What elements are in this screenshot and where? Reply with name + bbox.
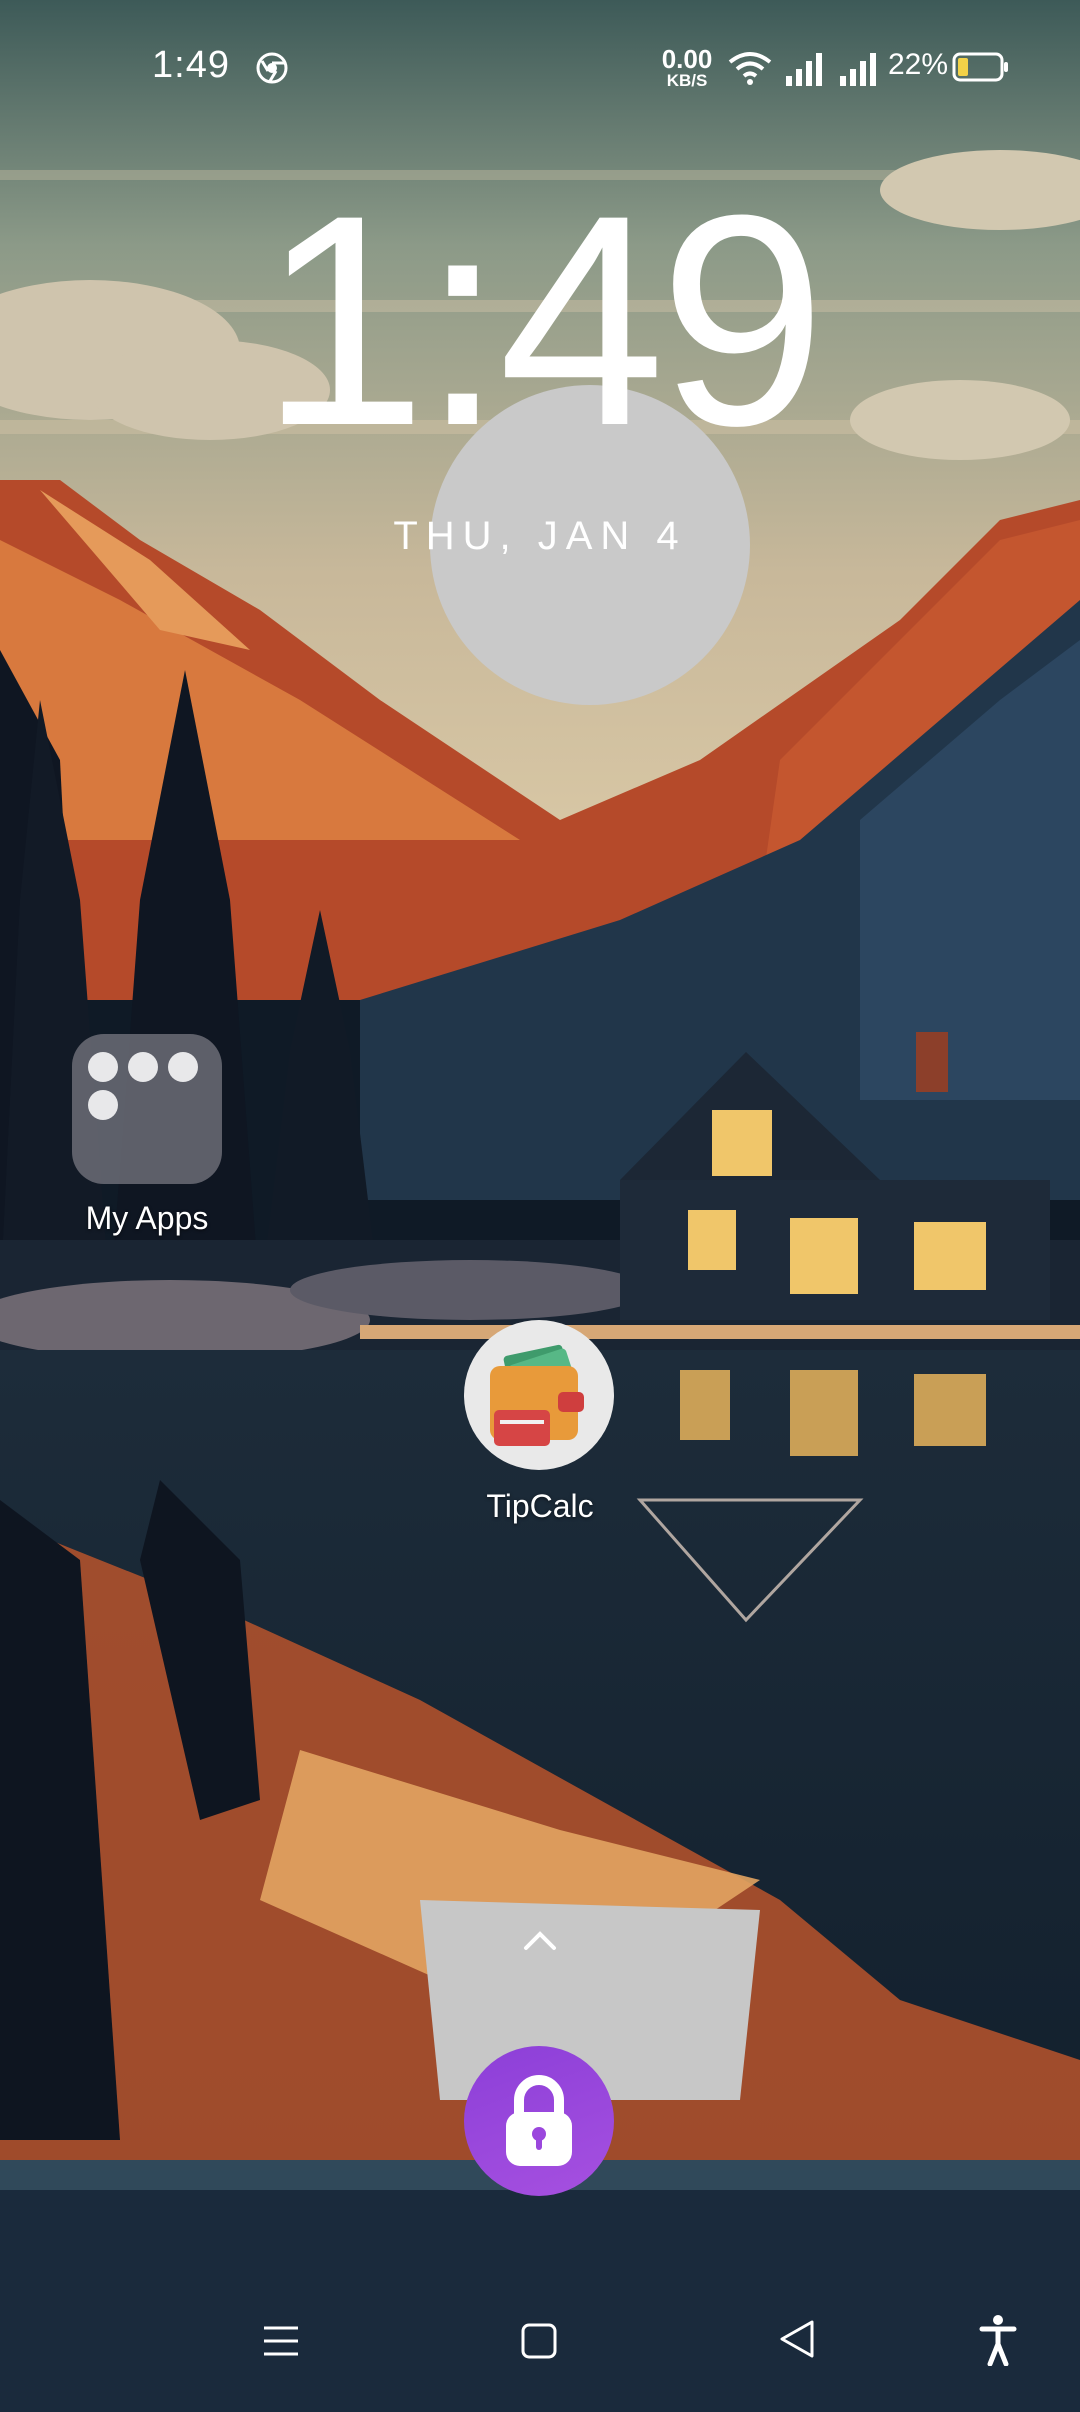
wifi-icon (728, 52, 772, 85)
tipcalc-app-icon[interactable] (464, 1320, 614, 1470)
chrome-icon (256, 52, 288, 84)
back-icon[interactable] (778, 2318, 816, 2360)
accessibility-icon[interactable] (978, 2314, 1018, 2366)
status-bar: 1:49 0.00 KB/S 22% (0, 0, 1080, 136)
lock-clock: 1:49 (260, 152, 826, 488)
chevron-up-icon (524, 1931, 556, 1950)
lightbulb-icon (88, 1090, 118, 1120)
signal-icon (840, 53, 876, 86)
robot-icon (88, 1052, 118, 1082)
network-speed: 0.00 KB/S (656, 46, 718, 89)
wallet-icon (490, 1344, 584, 1446)
lock-date: THU, JAN 4 (393, 514, 687, 558)
game-controller-icon (168, 1052, 198, 1082)
network-speed-value: 0.00 (661, 44, 713, 74)
lock-icon (506, 2075, 572, 2166)
status-time: 1:49 (152, 44, 230, 86)
menu-icon[interactable] (262, 2322, 300, 2360)
my-apps-folder[interactable] (72, 1034, 222, 1184)
rocket-icon (128, 1052, 158, 1082)
signal-icon (786, 53, 822, 86)
folder-label[interactable]: My Apps (52, 1200, 242, 1237)
battery-icon (952, 52, 1008, 82)
home-icon[interactable] (520, 2322, 558, 2360)
tipcalc-label[interactable]: TipCalc (430, 1488, 650, 1525)
network-speed-unit: KB/S (666, 71, 708, 90)
battery-percent: 22% (888, 48, 949, 81)
navigation-bar (0, 2272, 1080, 2412)
unlock-button[interactable] (464, 2046, 614, 2196)
